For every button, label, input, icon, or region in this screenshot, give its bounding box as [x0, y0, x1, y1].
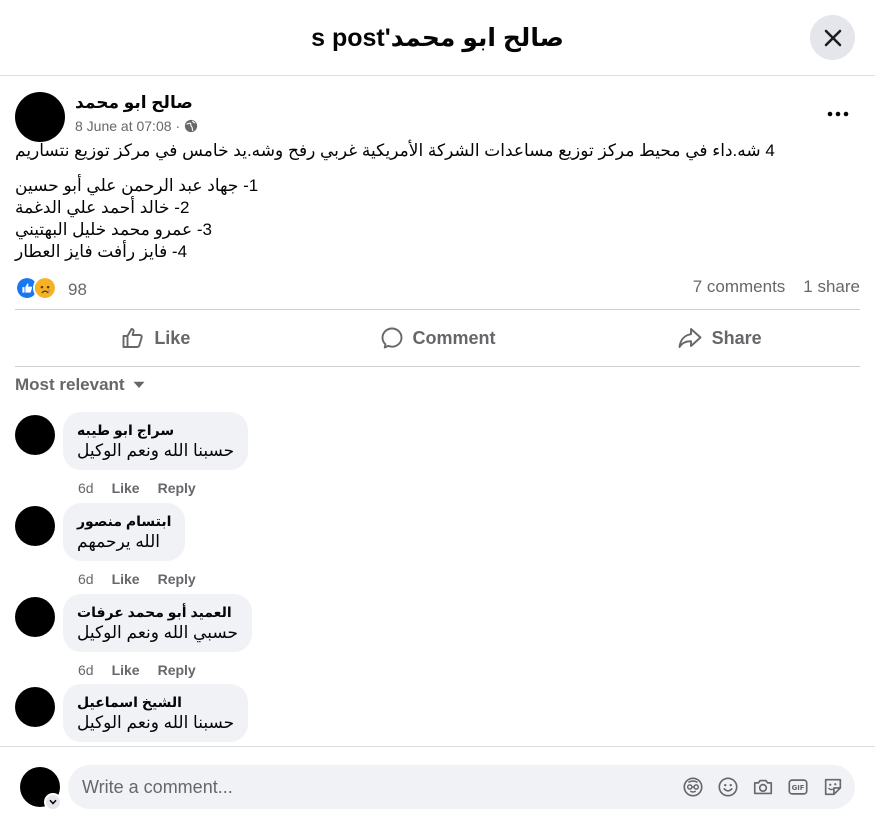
- comment: ابتسام منصور الله يرحمهم 6d Like Reply: [15, 503, 860, 594]
- sort-label: Most relevant: [15, 375, 125, 394]
- comment: العميد أبو محمد عرفات حسبي الله ونعم الو…: [15, 594, 860, 684]
- gif-icon: GIF: [788, 779, 808, 795]
- commenter-avatar[interactable]: [15, 415, 55, 455]
- profile-switch-button[interactable]: [44, 793, 62, 811]
- comment-age[interactable]: 6d: [78, 662, 94, 678]
- comment-bubble: سراج ابو طيبه حسبنا الله ونعم الوكيل: [63, 412, 249, 470]
- comment-age[interactable]: 6d: [78, 480, 94, 496]
- emoji-icon: [718, 777, 738, 797]
- shares-count[interactable]: 1 share: [803, 277, 860, 297]
- comment-text: حسبي الله ونعم الوكيل: [77, 623, 239, 642]
- comment-text: حسبنا الله ونعم الوكيل: [77, 713, 235, 732]
- commenter-name[interactable]: سراج ابو طيبه: [77, 421, 234, 439]
- comment-bubble: ابتسام منصور الله يرحمهم: [63, 503, 186, 561]
- composer-tools: GIF: [681, 775, 845, 799]
- comment-bubble: العميد أبو محمد عرفات حسبي الله ونعم الو…: [63, 594, 253, 652]
- commenter-name[interactable]: العميد أبو محمد عرفات: [77, 603, 238, 621]
- svg-text:GIF: GIF: [792, 784, 805, 792]
- like-label: Like: [154, 327, 191, 348]
- share-label: Share: [711, 327, 762, 348]
- post-text-line: 2- خالد أحمد علي الدغمة: [15, 198, 190, 217]
- post-stats: 98 7 comments 1 share: [15, 272, 860, 302]
- comment-actions: 6d Like Reply: [78, 662, 196, 678]
- emoji-button[interactable]: [716, 775, 740, 799]
- post-text-line: 1- جهاد عبد الرحمن علي أبو حسين: [15, 176, 259, 195]
- comment-reply-button[interactable]: Reply: [158, 571, 196, 587]
- comment-actions: 6d Like Reply: [78, 571, 196, 587]
- comment-text: حسبنا الله ونعم الوكيل: [77, 441, 235, 460]
- camera-icon: [753, 779, 773, 795]
- avatar-sticker-icon: [683, 777, 703, 797]
- post-date[interactable]: 8 June at 07:08: [75, 118, 172, 134]
- avatar-sticker-button[interactable]: [681, 775, 705, 799]
- share-button[interactable]: Share: [578, 310, 860, 366]
- dialog-header: صالح ابو محمد's post: [0, 0, 875, 76]
- post-header: صالح ابو محمد 8 June at 07:08 ·: [15, 90, 860, 142]
- comment-button[interactable]: Comment: [297, 310, 579, 366]
- commenter-name[interactable]: الشيخ اسماعيل: [77, 693, 234, 711]
- camera-button[interactable]: [751, 775, 775, 799]
- reaction-count[interactable]: 98: [68, 280, 87, 300]
- comment-age[interactable]: 6d: [78, 571, 94, 587]
- author-avatar[interactable]: [15, 92, 65, 142]
- dialog-title: صالح ابو محمد's post: [311, 23, 564, 52]
- post-text-line: 4- فايز رأفت فايز العطار: [15, 242, 188, 261]
- globe-icon: [185, 119, 198, 133]
- thumbs-up-icon: [122, 328, 143, 348]
- author-name[interactable]: صالح ابو محمد: [75, 93, 193, 113]
- comment: الشيخ اسماعيل حسبنا الله ونعم الوكيل: [15, 684, 860, 746]
- post: صالح ابو محمد 8 June at 07:08 · 4 شه.داء…: [15, 90, 860, 263]
- comment-reply-button[interactable]: Reply: [158, 662, 196, 678]
- gif-button[interactable]: GIF: [786, 775, 810, 799]
- post-text-line: 3- عمرو محمد خليل البهتيني: [15, 220, 212, 239]
- comment-icon: [381, 327, 402, 349]
- commenter-avatar[interactable]: [15, 506, 55, 546]
- commenter-avatar[interactable]: [15, 597, 55, 637]
- action-bar: Like Comment Share: [15, 309, 860, 367]
- share-icon: [678, 328, 702, 348]
- sad-reaction-icon: [33, 276, 57, 300]
- comment-input-box: GIF: [68, 765, 855, 809]
- post-text: 4 شه.داء في محيط مركز توزيع مساعدات الشر…: [15, 140, 860, 263]
- comment-like-button[interactable]: Like: [112, 480, 140, 496]
- comment-reply-button[interactable]: Reply: [158, 480, 196, 496]
- meta-separator: ·: [175, 118, 181, 134]
- close-button[interactable]: [810, 15, 855, 60]
- comment-label: Comment: [412, 327, 496, 348]
- comment-actions: 6d Like Reply: [78, 480, 196, 496]
- like-button[interactable]: Like: [15, 310, 297, 366]
- comments-list: سراج ابو طيبه حسبنا الله ونعم الوكيل 6d …: [15, 412, 860, 746]
- comments-count[interactable]: 7 comments: [693, 277, 786, 297]
- comment-like-button[interactable]: Like: [112, 662, 140, 678]
- stats-right: 7 comments 1 share: [693, 277, 860, 297]
- comment-composer: GIF: [0, 746, 875, 832]
- commenter-avatar[interactable]: [15, 687, 55, 727]
- comment-input[interactable]: [68, 765, 668, 809]
- more-options-button[interactable]: [822, 100, 854, 128]
- comment-like-button[interactable]: Like: [112, 571, 140, 587]
- reaction-icons[interactable]: [15, 276, 57, 300]
- commenter-name[interactable]: ابتسام منصور: [77, 512, 171, 530]
- more-icon: [827, 111, 849, 117]
- comment-sort-dropdown[interactable]: Most relevant: [15, 375, 145, 395]
- comment: سراج ابو طيبه حسبنا الله ونعم الوكيل 6d …: [15, 412, 860, 503]
- comment-bubble: الشيخ اسماعيل حسبنا الله ونعم الوكيل: [63, 684, 249, 742]
- sticker-button[interactable]: [821, 775, 845, 799]
- caret-down-icon: [133, 381, 145, 388]
- sticker-icon: [824, 778, 842, 796]
- post-meta: 8 June at 07:08 ·: [75, 118, 198, 134]
- comment-text: الله يرحمهم: [77, 532, 160, 551]
- post-text-gap: [15, 162, 860, 175]
- chevron-down-icon: [49, 799, 57, 805]
- close-icon: [824, 29, 841, 46]
- post-text-line: 4 شه.داء في محيط مركز توزيع مساعدات الشر…: [15, 141, 775, 160]
